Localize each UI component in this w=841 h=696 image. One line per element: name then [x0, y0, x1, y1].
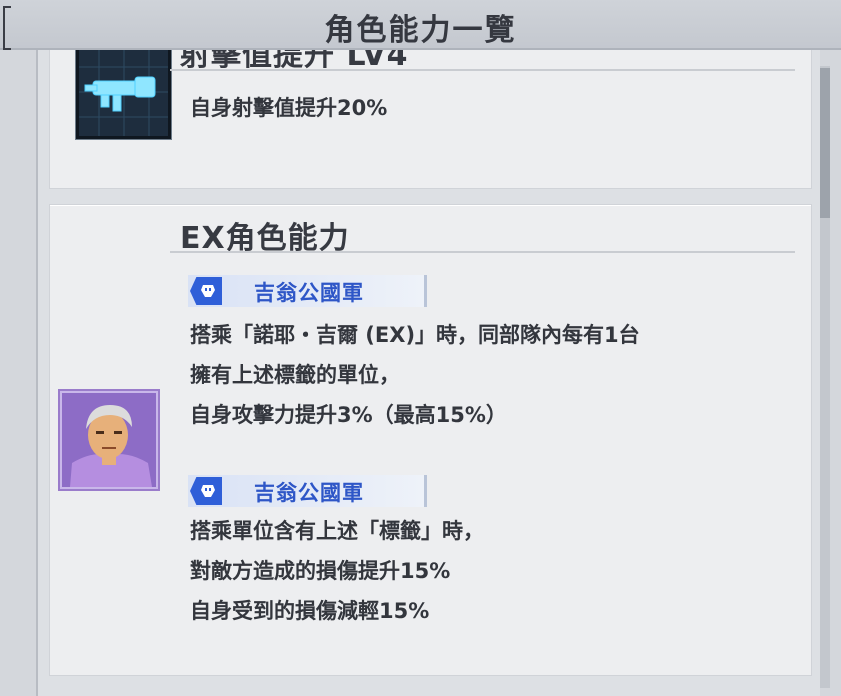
pilot-portrait [60, 391, 158, 489]
skill-card-ex: EX角色能力 吉翁公國軍 搭乘「諾耶・吉爾 (EX)」時，同部隊內每有1台 擁有… [49, 204, 812, 676]
divider [170, 69, 795, 71]
faction-tag-label: 吉翁公國軍 [254, 481, 364, 505]
effect-line: 搭乘單位含有上述「標籤」時， [190, 519, 484, 543]
page-title: 角色能力一覽 [324, 13, 517, 48]
skill-description: 自身射擊值提升20% [190, 96, 388, 120]
zeon-emblem-icon [190, 277, 222, 305]
effect-line: 自身受到的損傷減輕15% [190, 599, 430, 623]
faction-tag-label: 吉翁公國軍 [254, 281, 364, 305]
gun-icon [76, 50, 171, 139]
header-bar: 角色能力一覽 [0, 0, 841, 50]
divider [170, 251, 795, 253]
skill-list-panel[interactable]: 射擊值提升 LV4 自身射擊值提升20% EX角色能力 吉翁公國軍 搭乘「諾耶・… [36, 50, 820, 696]
effect-line: 搭乘「諾耶・吉爾 (EX)」時，同部隊內每有1台 [190, 323, 640, 347]
skill-card-shooting: 射擊值提升 LV4 自身射擊值提升20% [49, 50, 812, 189]
effect-line: 擁有上述標籤的單位， [190, 363, 400, 387]
scrollbar-thumb[interactable] [820, 68, 830, 218]
effect-line: 自身攻擊力提升3%（最高15%） [190, 403, 507, 427]
faction-tag: 吉翁公國軍 [188, 475, 427, 507]
faction-tag: 吉翁公國軍 [188, 275, 427, 307]
panel-edge [36, 50, 38, 696]
effect-line: 對敵方造成的損傷提升15% [190, 559, 451, 583]
zeon-emblem-icon [190, 477, 222, 505]
